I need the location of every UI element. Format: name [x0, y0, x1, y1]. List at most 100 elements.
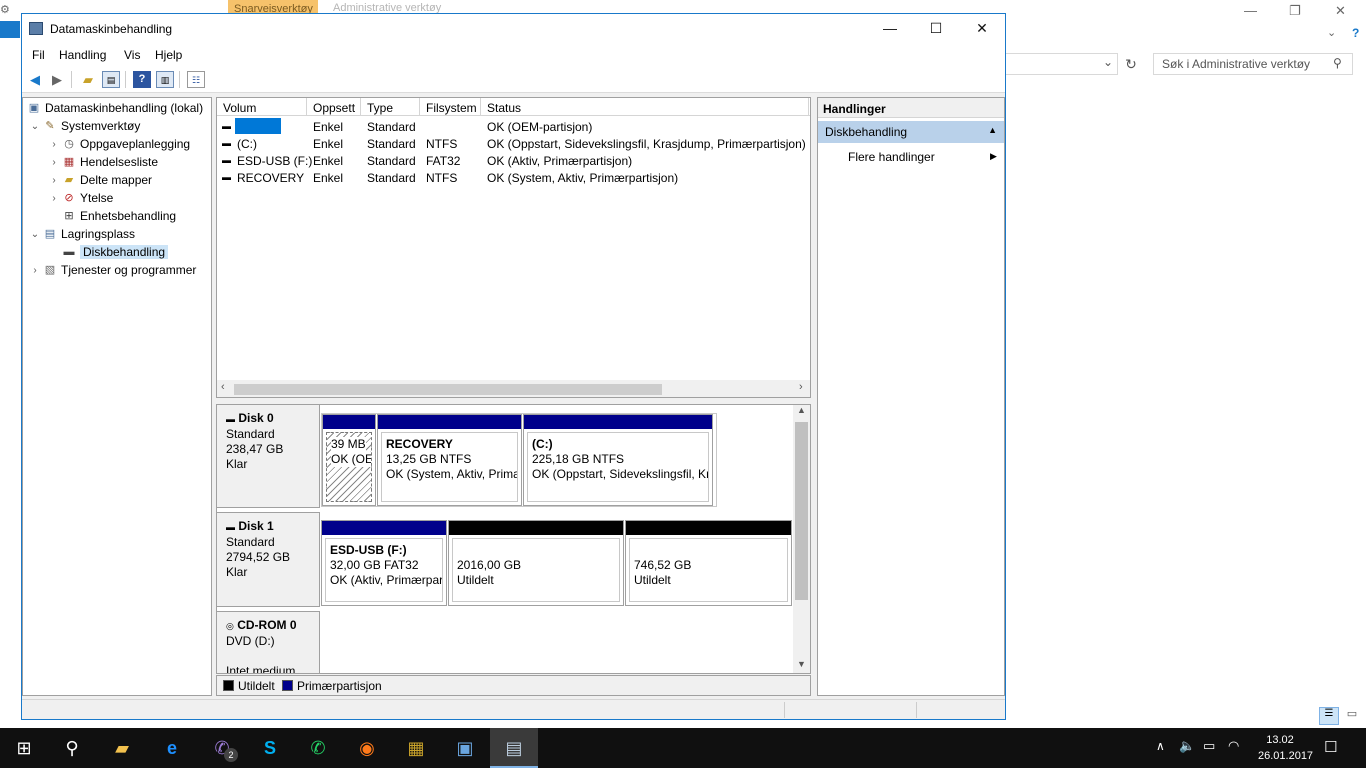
chevron-right-icon[interactable]: ›: [48, 175, 60, 186]
partition-unallocated-1[interactable]: 2016,00 GB Utildelt: [448, 520, 624, 606]
address-dropdown-icon[interactable]: ⌄: [1103, 55, 1113, 69]
bg-minimize-icon[interactable]: —: [1244, 3, 1257, 18]
show-hide-tree-icon[interactable]: ▤: [102, 71, 120, 88]
forward-icon[interactable]: ▶: [48, 71, 66, 88]
table-row[interactable]: ▬ (C:) Enkel Standard NTFS OK (Oppstart,…: [217, 135, 810, 152]
tree-item-storage[interactable]: ⌄ ▤ Lagringsplass: [29, 225, 135, 243]
scroll-up-icon[interactable]: ▲: [797, 405, 806, 415]
column-volume[interactable]: Volum: [217, 98, 307, 116]
chevron-right-icon[interactable]: ›: [48, 193, 60, 204]
wifi-icon[interactable]: ◠: [1228, 738, 1239, 754]
more-actions-item[interactable]: Flere handlinger: [848, 150, 935, 164]
title-bar[interactable]: Datamaskinbehandling — ☐ ✕: [22, 14, 1005, 45]
shared-folder-icon: ▰: [64, 174, 74, 186]
tree-item-task-scheduler[interactable]: › ◷ Oppgaveplanlegging: [48, 135, 190, 153]
back-icon[interactable]: ◀: [26, 71, 44, 88]
tree-item-services-applications[interactable]: › ▧ Tjenester og programmer: [29, 261, 196, 279]
volume-icon[interactable]: 🔈: [1179, 738, 1195, 754]
admin-tools-icon[interactable]: ▦: [392, 728, 440, 768]
file-tab[interactable]: [0, 21, 20, 38]
properties-icon[interactable]: ⚙: [0, 3, 10, 16]
large-icons-view-icon[interactable]: ▭: [1343, 707, 1361, 725]
tree-item-event-viewer[interactable]: › ▦ Hendelsesliste: [48, 153, 158, 171]
actions-section-disk-management[interactable]: Diskbehandling ▲: [818, 121, 1004, 143]
up-folder-icon[interactable]: ▰: [79, 71, 97, 88]
toolbar-divider: [71, 71, 72, 88]
collapse-icon[interactable]: ▲: [988, 125, 997, 135]
whatsapp-icon[interactable]: ✆: [294, 728, 342, 768]
partition-unallocated-2[interactable]: 746,52 GB Utildelt: [625, 520, 792, 606]
table-row[interactable]: ▬ Enkel Standard OK (OEM-partisjon): [217, 118, 810, 135]
bg-close-icon[interactable]: ✕: [1335, 3, 1346, 19]
search-icon[interactable]: ⚲: [48, 728, 96, 768]
chevron-down-icon[interactable]: ⌄: [29, 229, 41, 240]
horizontal-scrollbar[interactable]: ‹ ›: [217, 380, 810, 397]
scrollbar-thumb[interactable]: [234, 384, 662, 395]
menu-help[interactable]: Hjelp: [155, 48, 182, 62]
help-topic-icon[interactable]: ?: [133, 71, 151, 88]
start-windows-icon[interactable]: ⊞: [0, 728, 48, 768]
viber-icon[interactable]: ✆ 2: [198, 728, 246, 768]
column-layout[interactable]: Oppsett: [307, 98, 361, 116]
cdrom-0-label[interactable]: ◎ CD-ROM 0 DVD (D:) Intet medium: [217, 611, 320, 673]
menu-action[interactable]: Handling: [59, 48, 106, 62]
action-center-icon[interactable]: ☐: [1324, 738, 1337, 756]
disk-1-partitions: ESD-USB (F:) 32,00 GB FAT32 OK (Aktiv, P…: [321, 520, 792, 606]
scroll-down-icon[interactable]: ▼: [797, 659, 806, 669]
maximize-button[interactable]: ☐: [913, 14, 959, 43]
tree-item-disk-management[interactable]: ▬ Diskbehandling: [48, 243, 169, 261]
column-filesystem[interactable]: Filsystem: [420, 98, 481, 116]
tree-item-performance[interactable]: › ⊘ Ytelse: [48, 189, 113, 207]
search-input[interactable]: Søk i Administrative verktøy: [1153, 53, 1353, 75]
partition-c[interactable]: (C:) 225,18 GB NTFS OK (Oppstart, Sideve…: [523, 414, 713, 506]
partition-recovery[interactable]: RECOVERY 13,25 GB NTFS OK (System, Aktiv…: [377, 414, 522, 506]
edge-browser-icon[interactable]: e: [148, 728, 196, 768]
disk-1-label[interactable]: ▬ Disk 1 Standard 2794,52 GB Klar: [217, 512, 320, 607]
details-view-icon[interactable]: ☰: [1319, 707, 1339, 725]
tree-item-system-tools[interactable]: ⌄ ✎ Systemverktøy: [29, 117, 141, 135]
show-hide-action-pane-icon[interactable]: ▥: [156, 71, 174, 88]
chevron-right-icon[interactable]: ›: [48, 139, 60, 150]
menu-file[interactable]: Fil: [32, 48, 45, 62]
table-row[interactable]: ▬ RECOVERY Enkel Standard NTFS OK (Syste…: [217, 169, 810, 186]
tree-item-computer-management[interactable]: ▣ Datamaskinbehandling (lokal): [25, 99, 203, 117]
tree-item-device-manager[interactable]: ⊞ Enhetsbehandling: [48, 207, 176, 225]
tree-item-shared-folders[interactable]: › ▰ Delte mapper: [48, 171, 152, 189]
skype-icon[interactable]: S: [246, 728, 294, 768]
close-button[interactable]: ✕: [959, 14, 1005, 43]
properties-icon[interactable]: ☷: [187, 71, 205, 88]
column-type[interactable]: Type: [361, 98, 420, 116]
vertical-scrollbar[interactable]: ▲ ▼: [793, 405, 810, 673]
chevron-right-icon[interactable]: ›: [29, 265, 41, 276]
computer-management-taskbar-icon[interactable]: ▤: [490, 728, 538, 768]
help-icon[interactable]: ?: [1352, 26, 1359, 40]
show-hidden-icons-icon[interactable]: ∧: [1156, 739, 1165, 753]
chevron-down-icon[interactable]: ⌄: [29, 121, 41, 132]
address-bar[interactable]: ⌄: [1006, 53, 1118, 75]
control-panel-icon[interactable]: ▣: [441, 728, 489, 768]
clock[interactable]: 13.02 26.01.2017: [1258, 732, 1313, 764]
firefox-icon[interactable]: ◉: [343, 728, 391, 768]
chevron-right-icon[interactable]: ›: [48, 157, 60, 168]
partition-oem[interactable]: 39 MB OK (OEI: [322, 414, 376, 506]
file-explorer-icon[interactable]: ▰: [98, 728, 146, 768]
table-row[interactable]: ▬ ESD-USB (F:) Enkel Standard FAT32 OK (…: [217, 152, 810, 169]
battery-icon[interactable]: ▭: [1203, 738, 1215, 754]
submenu-arrow-icon: ▶: [990, 151, 997, 161]
device-manager-icon: ⊞: [64, 210, 74, 222]
minimize-button[interactable]: —: [867, 14, 913, 43]
ribbon-expand-icon[interactable]: ⌄: [1327, 26, 1336, 39]
disk-0-label[interactable]: ▬ Disk 0 Standard 238,47 GB Klar: [217, 405, 320, 508]
scrollbar-thumb[interactable]: [795, 422, 808, 600]
window-title: Datamaskinbehandling: [50, 22, 173, 36]
refresh-icon[interactable]: ↻: [1121, 53, 1141, 75]
cell-status: OK (OEM-partisjon): [487, 120, 593, 134]
menu-view[interactable]: Vis: [124, 48, 140, 62]
cell-status: OK (System, Aktiv, Primærpartisjon): [487, 171, 679, 185]
volume-name-selected[interactable]: [235, 118, 281, 134]
scroll-left-icon[interactable]: ‹: [221, 381, 225, 393]
column-status[interactable]: Status: [481, 98, 809, 116]
bg-restore-icon[interactable]: ❐: [1289, 3, 1301, 19]
scroll-right-icon[interactable]: ›: [799, 381, 803, 393]
partition-esd-usb[interactable]: ESD-USB (F:) 32,00 GB FAT32 OK (Aktiv, P…: [321, 520, 447, 606]
